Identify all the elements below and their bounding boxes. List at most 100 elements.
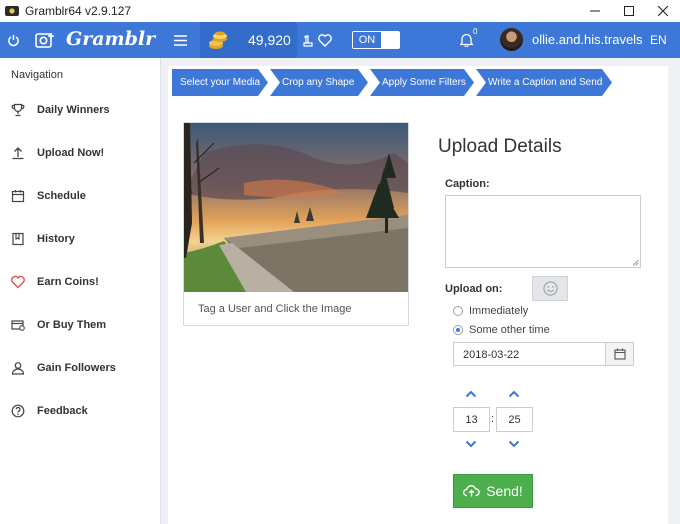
sidebar: Navigation Daily Winners Upload Now! Sch… [0,58,161,524]
photo-preview[interactable] [184,123,408,292]
heart-outline-icon [318,33,332,47]
sidebar-item-schedule[interactable]: Schedule [0,183,160,211]
step-select-media[interactable]: Select your Media [172,69,268,96]
option-immediately[interactable]: Immediately [453,305,528,317]
sidebar-item-label: History [37,233,75,245]
sidebar-item-label: Upload Now! [37,147,105,159]
sidebar-item-feedback[interactable]: Feedback [0,398,160,426]
upload-details-title: Upload Details [438,136,562,157]
language-selector[interactable]: EN [650,33,667,47]
upload-on-label: Upload on: [445,283,503,295]
minimize-button[interactable] [578,0,612,22]
history-icon [12,232,24,246]
step-label: Select your Media [180,77,261,88]
sidebar-item-gain-followers[interactable]: Gain Followers [0,355,160,383]
hour-down-chevron-icon[interactable] [465,440,477,448]
emoji-button[interactable] [532,276,568,301]
thumb-icon [303,34,313,47]
notification-count: 0 [473,27,478,36]
sidebar-item-label: Or Buy Them [37,319,107,331]
menu-button[interactable] [172,32,188,48]
toggle-knob [381,32,399,48]
step-label: Write a Caption and Send [488,77,603,88]
sidebar-item-history[interactable]: History [0,226,160,254]
option-label: Some other time [469,324,550,336]
sidebar-item-label: Gain Followers [37,362,116,374]
maximize-icon [624,6,634,16]
radio-other-time[interactable] [453,325,463,335]
coins-icon [209,31,227,49]
sidebar-item-buy-coins[interactable]: Or Buy Them [0,312,160,340]
step-caption-send[interactable]: Write a Caption and Send [476,69,612,96]
sidebar-item-label: Daily Winners [37,104,110,116]
calendar-icon [11,190,25,203]
hour-up-chevron-icon[interactable] [465,390,477,398]
brand-name: Gramblr [66,28,156,50]
sidebar-heading: Navigation [11,69,63,81]
minute-down-chevron-icon[interactable] [508,440,520,448]
sidebar-item-earn-coins[interactable]: Earn Coins! [0,269,160,297]
hamburger-icon [173,34,187,46]
option-label: Immediately [469,305,529,317]
step-filters[interactable]: Apply Some Filters [370,69,474,96]
date-picker-button[interactable] [605,343,633,365]
minimize-icon [590,10,600,12]
resize-handle-icon[interactable] [632,259,639,266]
sidebar-item-label: Schedule [37,190,86,202]
image-card: Tag a User and Click the Image [183,122,409,326]
step-label: Apply Some Filters [382,77,466,88]
card-icon [11,320,25,331]
date-field[interactable]: 2018-03-22 [453,342,634,366]
caption-textarea[interactable] [445,195,641,268]
app-logo-icon [5,6,19,16]
close-window-button[interactable] [646,0,680,22]
user-icon [11,362,25,375]
step-crop[interactable]: Crop any Shape [270,69,368,96]
sidebar-item-label: Earn Coins! [37,276,99,288]
app-header: Gramblr 49,920 ON 0 ollie.and.his.travel… [0,22,680,58]
heart-icon [11,275,25,289]
notifications-button[interactable] [458,32,474,48]
step-label: Crop any Shape [282,77,355,88]
send-button[interactable]: Send! [453,474,533,508]
power-icon [7,34,19,46]
send-label: Send! [486,483,523,499]
time-separator: : [491,413,495,425]
sidebar-item-upload-now[interactable]: Upload Now! [0,140,160,168]
trophy-icon [11,103,25,117]
minute-input[interactable]: 25 [496,407,533,432]
maximize-button[interactable] [612,0,646,22]
window-title: Gramblr64 v2.9.127 [25,4,132,18]
radio-immediately[interactable] [453,306,463,316]
coin-balance: 49,920 [248,32,291,48]
option-other-time[interactable]: Some other time [453,324,550,336]
instagram-logo [35,31,57,49]
smiley-icon [542,281,558,296]
hour-value: 13 [465,413,478,426]
steps-breadcrumb: Select your Media Crop any Shape Apply S… [172,69,622,96]
close-icon [658,6,668,16]
camera-plus-icon [35,33,54,48]
window-titlebar: Gramblr64 v2.9.127 [0,0,680,22]
hour-input[interactable]: 13 [453,407,490,432]
date-value: 2018-03-22 [463,349,520,361]
coins-icon-wrap [207,29,229,51]
toggle-on-label: ON [353,32,381,48]
calendar-icon [613,348,626,360]
auto-toggle[interactable]: ON [352,31,400,49]
caption-label: Caption: [445,178,490,190]
likes-filter[interactable] [302,33,314,47]
avatar[interactable] [500,28,523,51]
sidebar-item-label: Feedback [37,405,88,417]
help-icon [11,404,25,418]
power-button[interactable] [5,32,21,48]
tag-user-hint: Tag a User and Click the Image [198,303,352,315]
cloud-upload-icon [463,485,480,497]
sidebar-item-daily-winners[interactable]: Daily Winners [0,97,160,125]
username[interactable]: ollie.and.his.travels [532,32,643,47]
heart-header-button[interactable] [317,33,333,47]
bell-icon [459,33,473,47]
upload-icon [12,147,24,160]
minute-up-chevron-icon[interactable] [508,390,520,398]
minute-value: 25 [508,413,521,426]
